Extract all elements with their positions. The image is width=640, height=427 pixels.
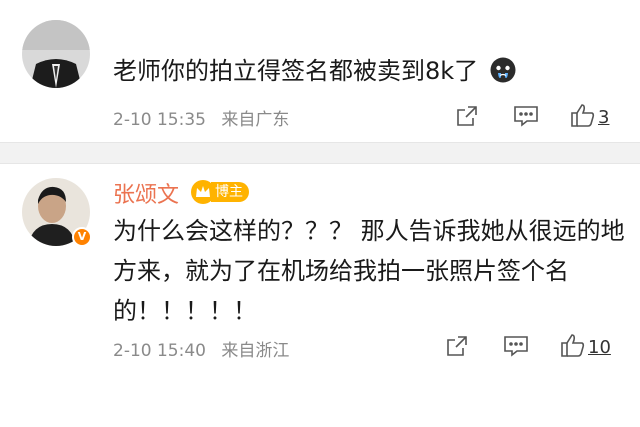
share-button[interactable] bbox=[445, 334, 469, 362]
comment-meta: 2-10 15:35 来自广东 bbox=[113, 105, 299, 130]
comment-item: 老师你的拍立得签名都被卖到8k了 2-10 15:35 来自广东 3 bbox=[0, 0, 640, 142]
like-count: 10 bbox=[588, 336, 611, 358]
comment-button[interactable] bbox=[503, 334, 529, 362]
thumbs-up-icon bbox=[570, 102, 596, 132]
like-count: 3 bbox=[598, 106, 610, 128]
verified-badge-icon: V bbox=[72, 227, 92, 247]
like-button[interactable]: 10 bbox=[560, 332, 611, 362]
crying-face-icon bbox=[490, 57, 516, 91]
comment-icon bbox=[513, 104, 539, 132]
share-button[interactable] bbox=[455, 104, 479, 132]
badge-label: 博主 bbox=[211, 182, 249, 202]
comment-time: 2-10 15:35 bbox=[113, 110, 206, 130]
comment-button[interactable] bbox=[513, 104, 539, 132]
comment-icon bbox=[503, 334, 529, 362]
thumbs-up-icon bbox=[560, 332, 586, 362]
comment-meta: 2-10 15:40 来自浙江 bbox=[113, 336, 299, 361]
like-button[interactable]: 3 bbox=[570, 102, 609, 132]
comment-text: 为什么会这样的？？？ 那人告诉我她从很远的地方来，就为了在机场给我拍一张照片签个… bbox=[113, 217, 625, 325]
avatar[interactable] bbox=[22, 20, 90, 88]
blogger-badge: 博主 bbox=[191, 180, 249, 204]
share-icon bbox=[445, 334, 469, 362]
share-icon bbox=[455, 104, 479, 132]
username[interactable]: 张颂文 bbox=[113, 177, 179, 209]
comment-source: 来自广东 bbox=[221, 110, 290, 130]
comment-time: 2-10 15:40 bbox=[113, 341, 206, 361]
comment-divider bbox=[0, 142, 640, 164]
comment-text: 老师你的拍立得签名都被卖到8k了 bbox=[113, 55, 516, 91]
comment-source: 来自浙江 bbox=[221, 341, 290, 361]
